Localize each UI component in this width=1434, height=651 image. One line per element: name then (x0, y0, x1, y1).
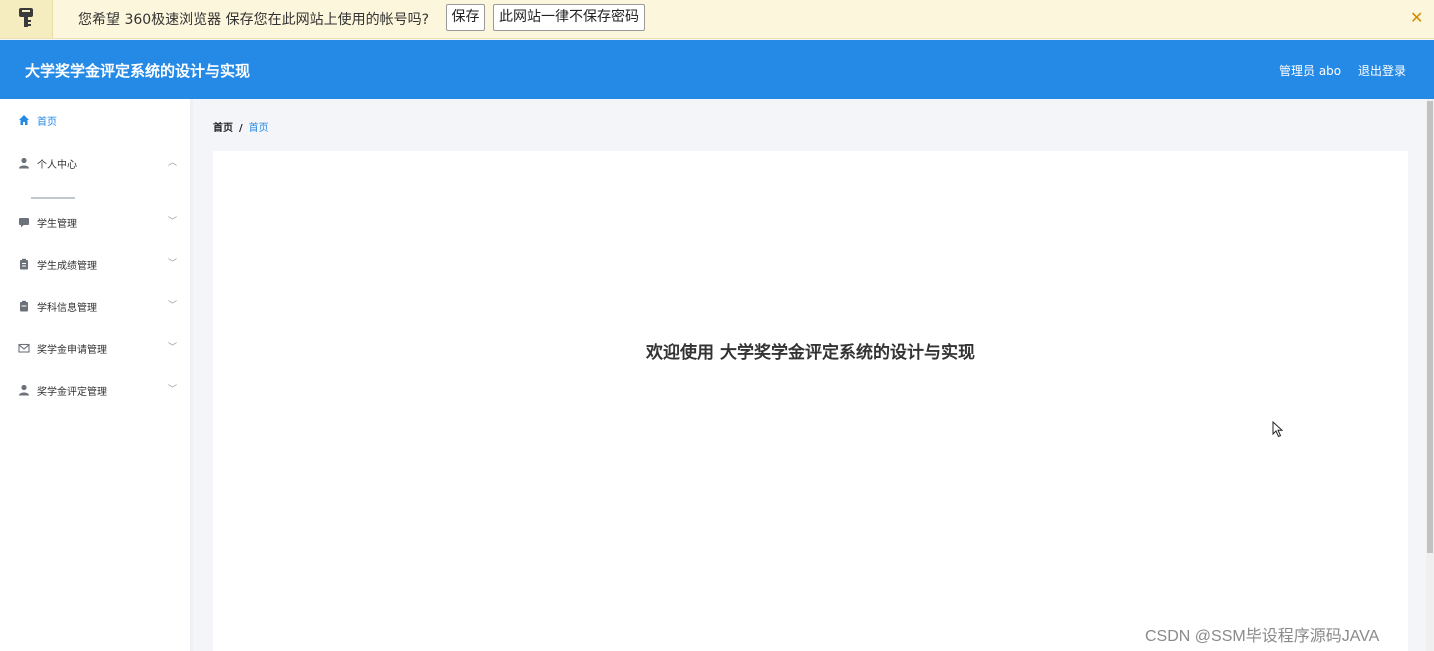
sidebar-item-subject-management[interactable]: 学科信息管理 ﹀ (0, 297, 190, 317)
clipboard-icon (20, 258, 28, 270)
never-save-password-button[interactable]: 此网站一律不保存密码 (493, 4, 645, 31)
password-save-message: 您希望 360极速浏览器 保存您在此网站上使用的帐号吗? (78, 12, 430, 28)
sidebar-item-label: 奖学金申请管理 (37, 345, 107, 356)
chat-icon (19, 218, 29, 228)
sidebar-item-student-management[interactable]: 学生管理 ﹀ (0, 213, 190, 233)
admin-user-label[interactable]: 管理员 abo (1279, 62, 1341, 79)
sidebar-item-personal-center[interactable]: 个人中心 ︿ (0, 154, 190, 174)
sidebar-item-label: 学生管理 (37, 219, 77, 230)
chevron-up-icon: ︿ (168, 158, 178, 168)
user-icon (19, 157, 29, 169)
main-content-card: 欢迎使用 大学奖学金评定系统的设计与实现 (213, 151, 1408, 651)
user-icon (19, 384, 29, 396)
key-icon (0, 0, 53, 38)
chevron-down-icon: ﹀ (168, 385, 178, 395)
watermark-text: CSDN @SSM毕设程序源码JAVA (1145, 628, 1380, 645)
breadcrumb-separator: / (239, 123, 243, 134)
logout-link[interactable]: 退出登录 (1358, 62, 1406, 79)
sidebar-item-home[interactable]: 首页 (0, 111, 190, 131)
sidebar-item-label: 个人中心 (37, 160, 77, 171)
sidebar-item-label: 学科信息管理 (37, 303, 97, 314)
home-icon (19, 115, 29, 125)
chevron-down-icon: ﹀ (168, 217, 178, 227)
breadcrumb-current: 首页 (248, 123, 269, 134)
scrollbar-thumb[interactable] (1427, 101, 1433, 553)
sidebar-item-scholarship-evaluation[interactable]: 奖学金评定管理 ﹀ (0, 381, 190, 401)
close-icon[interactable]: ✕ (1410, 9, 1423, 27)
breadcrumb: 首页 / 首页 (213, 119, 269, 134)
chevron-down-icon: ﹀ (168, 343, 178, 353)
sidebar-item-label: 学生成绩管理 (37, 261, 97, 272)
submenu-collapsed-hint (31, 196, 75, 200)
sidebar-item-grade-management[interactable]: 学生成绩管理 ﹀ (0, 255, 190, 275)
app-title: 大学奖学金评定系统的设计与实现 (25, 62, 251, 80)
welcome-message: 欢迎使用 大学奖学金评定系统的设计与实现 (646, 343, 975, 363)
save-password-button[interactable]: 保存 (446, 4, 485, 31)
document-icon (20, 300, 28, 312)
vertical-scrollbar[interactable] (1426, 99, 1434, 651)
app-root: 您希望 360极速浏览器 保存您在此网站上使用的帐号吗? 保存 此网站一律不保存… (0, 0, 1434, 651)
breadcrumb-root[interactable]: 首页 (213, 123, 233, 134)
password-save-bar: 您希望 360极速浏览器 保存您在此网站上使用的帐号吗? 保存 此网站一律不保存… (0, 0, 1434, 39)
app-header: 大学奖学金评定系统的设计与实现 管理员 abo 退出登录 (0, 40, 1434, 99)
sidebar-item-label: 首页 (37, 117, 57, 128)
mouse-cursor-icon (1272, 421, 1284, 438)
sidebar: 首页 个人中心 ︿ 学生管理 ﹀ 学生成绩管理 ﹀ 学科信息管理 ﹀ 奖学金申请… (0, 99, 193, 651)
sidebar-item-label: 奖学金评定管理 (37, 387, 107, 398)
chevron-down-icon: ﹀ (168, 259, 178, 269)
sidebar-item-scholarship-application[interactable]: 奖学金申请管理 ﹀ (0, 339, 190, 359)
mail-icon (18, 343, 30, 353)
chevron-down-icon: ﹀ (168, 301, 178, 311)
